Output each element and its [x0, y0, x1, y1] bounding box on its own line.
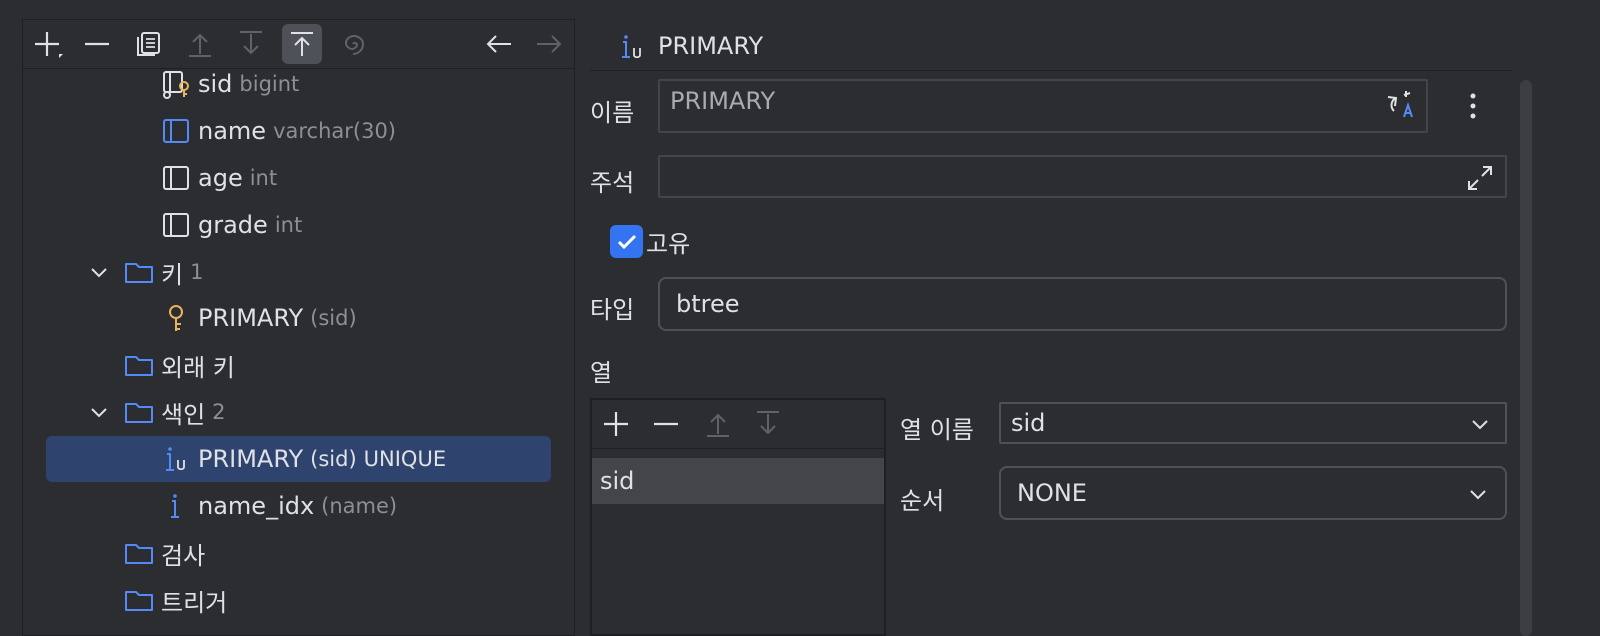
- column-name-value: sid: [1011, 409, 1046, 437]
- remove-icon: [85, 42, 109, 46]
- tree-item-key-primary[interactable]: PRIMARY (sid): [160, 296, 357, 340]
- copy-icon: [137, 32, 160, 56]
- add-column-button[interactable]: [596, 404, 636, 444]
- columns-toolbar: [592, 400, 884, 449]
- tree-item-keys-folder[interactable]: 키 1: [87, 250, 203, 294]
- column-list-item-label: sid: [600, 467, 635, 495]
- details-header: PRIMARY: [618, 26, 763, 66]
- columns-label: 열: [590, 359, 613, 387]
- unique-checkbox[interactable]: [610, 225, 643, 258]
- add-icon: [35, 32, 63, 58]
- unique-index-icon: [618, 30, 648, 62]
- remove-button[interactable]: [77, 24, 117, 64]
- folder-icon: [123, 349, 155, 381]
- forward-button[interactable]: [529, 24, 569, 64]
- key-icon: [160, 302, 192, 334]
- column-name-select[interactable]: sid: [999, 402, 1507, 444]
- chevron-down-icon[interactable]: [87, 256, 111, 288]
- tree-item-column-grade[interactable]: grade int: [160, 203, 302, 247]
- move-down-icon: [240, 31, 262, 55]
- column-name-label: 열 이름: [900, 416, 974, 444]
- remove-icon: [654, 422, 678, 426]
- move-column-down-button[interactable]: [748, 404, 788, 444]
- add-icon: [604, 412, 628, 436]
- unique-index-icon: [160, 443, 192, 475]
- index-icon: [160, 490, 192, 522]
- tree-item-indexes-folder[interactable]: 색인 2: [87, 390, 226, 434]
- name-label: 이름: [590, 99, 635, 127]
- tree-item-index-name-idx[interactable]: name_idx (name): [160, 484, 397, 528]
- back-arrow-icon: [486, 35, 511, 53]
- column-icon: [160, 162, 192, 194]
- expand-icon[interactable]: [1463, 161, 1497, 195]
- move-top-icon: [291, 32, 313, 56]
- type-field[interactable]: btree: [658, 277, 1507, 331]
- spiral-button[interactable]: [333, 24, 373, 64]
- order-select[interactable]: NONE: [999, 466, 1507, 520]
- comment-label: 주석: [590, 169, 635, 197]
- auto-name-icon[interactable]: [1384, 87, 1418, 121]
- checkmark-icon: [617, 234, 636, 249]
- chevron-down-icon: [1469, 413, 1491, 435]
- move-top-button[interactable]: [282, 24, 322, 64]
- copy-button[interactable]: [129, 24, 169, 64]
- move-column-up-button[interactable]: [698, 404, 738, 444]
- move-down-icon: [757, 411, 779, 435]
- remove-column-button[interactable]: [646, 404, 686, 444]
- tree-item-index-primary[interactable]: PRIMARY (sid) UNIQUE: [160, 437, 446, 481]
- name-value: PRIMARY: [670, 87, 776, 115]
- tree-item-foreign-keys-folder[interactable]: 외래 키: [123, 343, 235, 387]
- tree-item-column-name[interactable]: name varchar(30): [160, 109, 396, 153]
- column-icon: [160, 115, 192, 147]
- header-divider: [590, 70, 1512, 71]
- chevron-down-icon[interactable]: [87, 396, 111, 428]
- back-button[interactable]: [479, 24, 519, 64]
- comment-field[interactable]: [658, 155, 1507, 198]
- kebab-menu-icon: [1470, 93, 1476, 119]
- unique-label: 고유: [646, 230, 691, 258]
- primary-key-column-icon: [160, 68, 192, 100]
- schema-tree-panel: sid bigint name varchar(30) age int grad…: [22, 19, 575, 636]
- tree-item-column-sid[interactable]: sid bigint: [160, 62, 299, 106]
- details-title: PRIMARY: [658, 32, 764, 60]
- name-field[interactable]: PRIMARY: [658, 79, 1428, 133]
- order-value: NONE: [1017, 479, 1087, 507]
- move-up-button[interactable]: [180, 24, 220, 64]
- move-up-icon: [189, 33, 211, 57]
- vertical-scrollbar[interactable]: [1520, 80, 1532, 636]
- folder-icon: [123, 537, 155, 569]
- tree-item-column-age[interactable]: age int: [160, 156, 277, 200]
- order-label: 순서: [900, 487, 945, 515]
- move-up-icon: [707, 413, 729, 437]
- add-button[interactable]: [27, 24, 67, 64]
- type-label: 타입: [590, 296, 635, 324]
- type-value: btree: [676, 290, 740, 318]
- folder-icon: [123, 256, 155, 288]
- folder-icon: [123, 584, 155, 616]
- more-options-button[interactable]: [1462, 88, 1484, 124]
- columns-list-panel: sid: [590, 398, 886, 636]
- spiral-icon: [344, 34, 365, 55]
- tree-item-checks-folder[interactable]: 검사: [123, 531, 205, 575]
- column-list-item[interactable]: sid: [592, 458, 884, 504]
- move-down-button[interactable]: [231, 24, 271, 64]
- folder-icon: [123, 396, 155, 428]
- tree-item-triggers-folder[interactable]: 트리거: [123, 578, 227, 622]
- column-icon: [160, 209, 192, 241]
- chevron-down-icon: [1467, 483, 1489, 505]
- forward-arrow-icon: [537, 35, 562, 53]
